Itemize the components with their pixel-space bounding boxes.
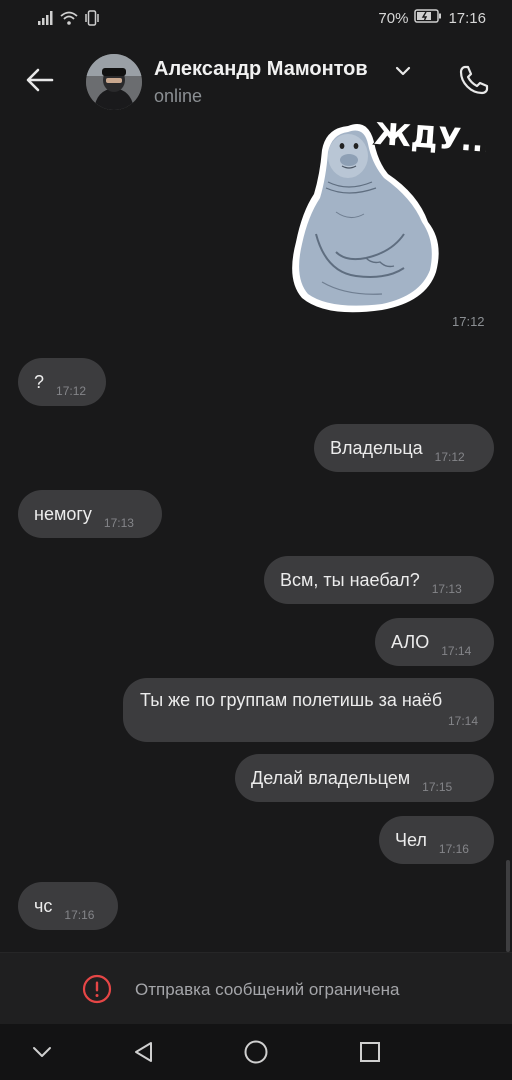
message-time: 17:12 [452, 314, 485, 329]
chevron-down-icon [33, 1047, 51, 1057]
message-time: 17:14 [441, 644, 472, 658]
vibrate-icon [84, 10, 100, 31]
back-triangle-icon [135, 1042, 152, 1062]
contact-status: online [154, 86, 203, 106]
nav-recents-button[interactable] [356, 1038, 384, 1066]
scrollbar[interactable] [506, 860, 510, 952]
sticker-text: ЖДУ... [373, 122, 486, 160]
message-bubble-outgoing[interactable]: Чел 17:16 [379, 816, 494, 864]
signal-icon [38, 11, 54, 30]
message-text: Владельца [330, 437, 423, 458]
message-text: ? [34, 371, 45, 392]
status-bar: 70% 17:16 [0, 0, 512, 38]
status-time: 17:16 [448, 9, 486, 27]
sticker-message[interactable]: ЖДУ... [286, 116, 497, 322]
recents-square-icon [360, 1042, 380, 1062]
message-time: 17:12 [434, 450, 465, 464]
message-bubble-outgoing[interactable]: Всм, ты наебал? 17:13 [264, 556, 494, 604]
status-left [38, 10, 100, 31]
chevron-down-icon[interactable] [394, 64, 412, 78]
message-time: 17:12 [56, 384, 87, 398]
battery-icon [414, 9, 442, 27]
message-bubble-incoming[interactable]: ? 17:12 [18, 358, 106, 406]
status-right: 70% 17:16 [378, 9, 486, 27]
nav-hide-button[interactable] [28, 1038, 56, 1066]
message-bubble-incoming[interactable]: немогу 17:13 [18, 490, 162, 538]
message-time: 17:14 [447, 714, 478, 728]
back-arrow-icon [26, 68, 54, 92]
message-text: чс [34, 895, 53, 916]
contact-avatar[interactable] [86, 54, 142, 110]
message-text: Делай владельцем [251, 767, 411, 788]
message-time: 17:16 [438, 842, 469, 856]
message-time: 17:13 [431, 582, 462, 596]
message-bubble-outgoing[interactable]: Владельца 17:12 [314, 424, 494, 472]
message-time: 17:15 [422, 780, 453, 794]
message-time: 17:16 [64, 908, 95, 922]
wifi-icon [60, 11, 78, 30]
message-text: Ты же по группам полетишь за наёб [140, 690, 443, 710]
alert-circle-icon [82, 974, 112, 1004]
call-button[interactable] [454, 60, 494, 100]
message-bubble-outgoing[interactable]: Делай владельцем 17:15 [235, 754, 494, 802]
nav-back-button[interactable] [130, 1038, 158, 1066]
message-text: Чел [395, 829, 427, 850]
restricted-banner: Отправка сообщений ограничена [0, 952, 512, 1024]
chat-header: Александр Мамонтов online [0, 38, 512, 122]
system-nav-bar [0, 1024, 512, 1080]
phone-icon [459, 65, 489, 95]
battery-percent: 70% [378, 9, 409, 27]
message-list[interactable]: ЖДУ... 17:12 ? 17:12 Владельца 17:12 нем… [0, 116, 512, 952]
message-text: немогу [34, 503, 92, 524]
message-bubble-outgoing[interactable]: АЛО 17:14 [375, 618, 494, 666]
message-text: Всм, ты наебал? [280, 569, 420, 590]
message-text: АЛО [391, 631, 430, 652]
message-time: 17:13 [103, 516, 134, 530]
contact-name[interactable]: Александр Мамонтов [154, 58, 368, 81]
message-bubble-incoming[interactable]: чс 17:16 [18, 882, 118, 930]
restricted-text: Отправка сообщений ограничена [135, 980, 400, 999]
back-button[interactable] [20, 60, 60, 100]
message-bubble-outgoing[interactable]: Ты же по группам полетишь за наёб 17:14 [123, 678, 494, 742]
nav-home-button[interactable] [242, 1038, 270, 1066]
home-circle-icon [244, 1040, 268, 1064]
